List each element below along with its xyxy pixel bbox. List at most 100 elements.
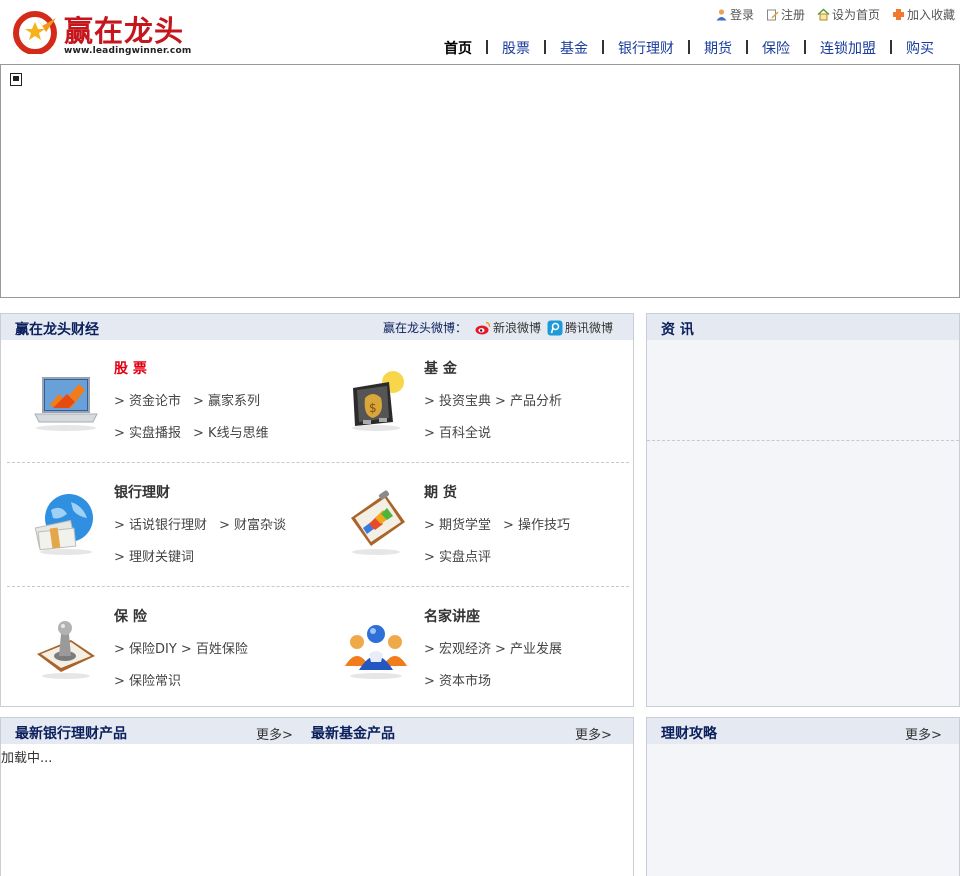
category-funds-links-2: > 百科全说 [424, 422, 491, 441]
category-stocks-title[interactable]: 股 票 [114, 358, 147, 378]
category-bank-finance-links: > 话说银行理财 > 财富杂谈 [114, 514, 286, 533]
sina-weibo-link[interactable]: 新浪微博 [475, 319, 541, 336]
broken-image-icon [10, 73, 22, 86]
link-bank-talk[interactable]: > 话说银行理财 [114, 514, 207, 533]
bank-products-title: 最新银行理财产品 [15, 726, 127, 742]
brand-url: www.leadingwinner.com [64, 46, 192, 56]
clipboard-chart-icon [351, 490, 405, 555]
link-fund-commentary[interactable]: > 资金论市 [114, 390, 181, 409]
link-winner-series[interactable]: > 赢家系列 [193, 390, 260, 409]
chess-pawn-icon [37, 621, 95, 679]
loading-text: 加载中... [1, 751, 53, 766]
link-encyclopedia[interactable]: > 百科全说 [424, 422, 491, 441]
finance-panel-header: 赢在龙头财经 赢在龙头微博： 新浪微博 腾讯微博 [1, 314, 633, 340]
link-capital-market[interactable]: > 资本市场 [424, 670, 491, 689]
login-label: 登录 [729, 8, 754, 22]
category-insurance: 保 险 > 保险DIY > 百姓保险 > 保险常识 [1, 590, 301, 700]
nav-stocks[interactable]: 股票 [488, 38, 544, 60]
category-insurance-links-2: > 保险常识 [114, 670, 181, 689]
bookmark-icon [892, 9, 904, 20]
link-product-analysis[interactable]: > 产品分析 [495, 390, 562, 409]
category-funds-title[interactable]: 基 金 [424, 358, 457, 378]
link-public-insurance[interactable]: > 百姓保险 [181, 638, 248, 657]
add-favorite-link[interactable]: 加入收藏 [892, 6, 955, 23]
nav-futures[interactable]: 期货 [690, 38, 746, 60]
category-lectures-links-2: > 资本市场 [424, 670, 491, 689]
add-favorite-label: 加入收藏 [906, 8, 955, 22]
logo-emblem-icon [13, 11, 57, 54]
link-macroeconomy[interactable]: > 宏观经济 [424, 638, 491, 657]
strategy-panel-title: 理财攻略 [661, 726, 717, 742]
category-bank-finance: 银行理财 > 话说银行理财 > 财富杂谈 > 理财关键词 [1, 466, 301, 576]
category-stocks-links: > 资金论市 > 赢家系列 [114, 390, 260, 409]
weibo-label: 赢在龙头微博： [382, 321, 467, 335]
people-group-icon [345, 625, 407, 679]
banner-area[interactable] [0, 64, 960, 298]
category-bank-finance-links-2: > 理财关键词 [114, 546, 194, 565]
row-divider [7, 586, 629, 587]
tencent-weibo-icon [547, 320, 563, 335]
nav-insurance[interactable]: 保险 [748, 38, 804, 60]
tencent-weibo-label: 腾讯微博 [564, 321, 613, 335]
home-icon [817, 8, 830, 21]
link-finance-keywords[interactable]: > 理财关键词 [114, 546, 194, 565]
nav-funds[interactable]: 基金 [546, 38, 602, 60]
link-wealth-chat[interactable]: > 财富杂谈 [219, 514, 286, 533]
link-live-review[interactable]: > 实盘点评 [424, 546, 491, 565]
link-trading-skills[interactable]: > 操作技巧 [503, 514, 570, 533]
fund-products-more-link[interactable]: 更多> [575, 724, 612, 743]
login-link[interactable]: 登录 [715, 6, 754, 23]
strategy-more-link[interactable]: 更多> [905, 724, 942, 743]
category-lectures-links: > 宏观经济 > 产业发展 [424, 638, 562, 657]
category-funds-links: > 投资宝典 > 产品分析 [424, 390, 562, 409]
category-bank-finance-title[interactable]: 银行理财 [114, 482, 170, 502]
register-link[interactable]: 注册 [766, 6, 805, 23]
category-stocks: 股 票 > 资金论市 > 赢家系列 > 实盘播报 > K线与思维 [1, 342, 301, 452]
strategy-panel: 理财攻略 更多> [646, 717, 960, 876]
nav-franchise[interactable]: 连锁加盟 [806, 38, 890, 60]
bank-products-more-link[interactable]: 更多> [256, 724, 293, 743]
link-insurance-diy[interactable]: > 保险DIY [114, 638, 177, 657]
category-lectures-title[interactable]: 名家讲座 [424, 606, 480, 626]
link-investment-guide[interactable]: > 投资宝典 [424, 390, 491, 409]
nav-buy[interactable]: 购买 [892, 38, 948, 60]
strategy-panel-header: 理财攻略 更多> [647, 718, 959, 744]
fund-products-title: 最新基金产品 [311, 726, 395, 742]
set-homepage-link[interactable]: 设为首页 [817, 6, 880, 23]
nav-home[interactable]: 首页 [430, 38, 486, 60]
category-futures-links: > 期货学堂 > 操作技巧 [424, 514, 570, 533]
category-stocks-links-2: > 实盘播报 > K线与思维 [114, 422, 269, 441]
svg-text:$: $ [369, 401, 377, 415]
news-divider [647, 440, 959, 441]
link-industry-development[interactable]: > 产业发展 [495, 638, 562, 657]
register-label: 注册 [780, 8, 805, 22]
row-divider [7, 462, 629, 463]
products-panel-header: 最新银行理财产品 更多> 最新基金产品 更多> [1, 718, 633, 744]
link-kline-thinking[interactable]: > K线与思维 [193, 422, 269, 441]
news-panel: 资 讯 [646, 313, 960, 707]
laptop-chart-icon [34, 377, 98, 431]
top-links: 登录 注册 设为首页 加入收藏 [715, 6, 955, 23]
globe-money-icon [34, 494, 93, 555]
category-funds: $ 基 金 > 投资宝典 > 产品分析 > 百科全说 [311, 342, 611, 452]
weibo-links: 赢在龙头微博： 新浪微博 腾讯微博 [383, 319, 613, 336]
set-homepage-label: 设为首页 [831, 8, 880, 22]
site-logo[interactable]: 赢在龙头 www.leadingwinner.com [12, 6, 192, 58]
link-live-broadcast[interactable]: > 实盘播报 [114, 422, 181, 441]
news-panel-header: 资 讯 [647, 314, 959, 340]
user-icon [716, 9, 727, 21]
tencent-weibo-link[interactable]: 腾讯微博 [547, 319, 613, 336]
news-panel-title: 资 讯 [661, 322, 694, 338]
sina-weibo-label: 新浪微博 [492, 321, 541, 335]
link-futures-school[interactable]: > 期货学堂 [424, 514, 491, 533]
link-insurance-basics[interactable]: > 保险常识 [114, 670, 181, 689]
category-lectures: 名家讲座 > 宏观经济 > 产业发展 > 资本市场 [311, 590, 611, 700]
edit-icon [766, 9, 779, 21]
brand-name: 赢在龙头 [64, 14, 185, 48]
finance-panel: 赢在龙头财经 赢在龙头微博： 新浪微博 腾讯微博 股 票 > 资金论市 > 赢家… [0, 313, 634, 707]
sina-weibo-icon [475, 321, 491, 334]
category-futures-title[interactable]: 期 货 [424, 482, 457, 502]
money-bag-icon: $ [352, 371, 404, 431]
category-insurance-title[interactable]: 保 险 [114, 606, 147, 626]
nav-bank-finance[interactable]: 银行理财 [604, 38, 688, 60]
